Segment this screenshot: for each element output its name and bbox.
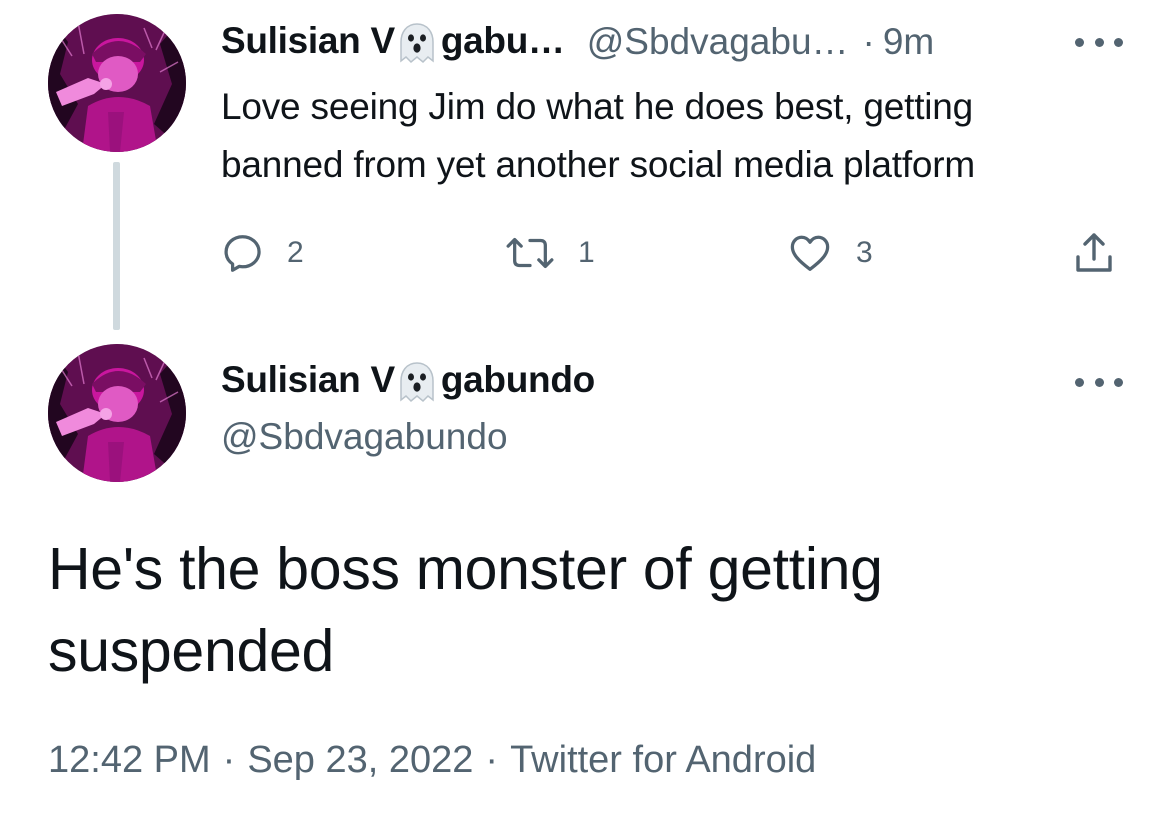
separator-dot: · (862, 20, 875, 62)
parent-tweet-text: Love seeing Jim do what he does best, ge… (221, 86, 976, 185)
separator-dot: · (222, 739, 236, 781)
more-horizontal-icon (1075, 37, 1084, 47)
main-tweet-text: He's the boss monster of getting suspend… (48, 536, 883, 684)
ghost-emoji-icon (397, 22, 437, 64)
heart-icon (790, 235, 830, 271)
share-icon (1076, 233, 1112, 272)
user-handle[interactable]: @Sbdvagabundo (221, 416, 508, 458)
separator-dot: · (485, 739, 499, 781)
thread-connector-line (113, 162, 120, 330)
display-name[interactable]: Sulisian V gabu… (221, 19, 565, 64)
retweet-count: 1 (578, 236, 595, 269)
main-tweet-header: Sulisian V gabundo (221, 358, 595, 403)
tweet-timestamp[interactable]: 9m (883, 20, 934, 64)
reply-count: 2 (287, 236, 304, 269)
retweet-button[interactable]: 1 (504, 226, 595, 280)
retweet-icon (506, 237, 554, 269)
tweet-time[interactable]: 12:42 PM (48, 739, 211, 781)
ghost-emoji-icon (397, 361, 437, 403)
display-name-start: Sulisian V (221, 20, 395, 61)
avatar[interactable] (48, 14, 186, 152)
profile-avatar-image (48, 344, 186, 482)
display-name[interactable]: Sulisian V gabundo (221, 358, 595, 403)
display-name-end: gabu… (440, 20, 565, 61)
more-options-button[interactable] (1075, 372, 1123, 392)
avatar[interactable] (48, 344, 186, 482)
share-button[interactable] (1070, 226, 1118, 280)
more-options-button[interactable] (1075, 32, 1123, 52)
reply-icon (224, 235, 261, 272)
reply-button[interactable]: 2 (219, 226, 304, 280)
parent-tweet-header: Sulisian V gabu… @Sbdvagabu… · 9m (221, 19, 934, 64)
profile-avatar-image (48, 14, 186, 152)
tweet-date[interactable]: Sep 23, 2022 (247, 739, 473, 781)
like-button[interactable]: 3 (786, 226, 873, 280)
display-name-end: gabundo (440, 359, 595, 400)
user-handle[interactable]: @Sbdvagabu… (587, 20, 849, 64)
tweet-metadata: 12:42 PM · Sep 23, 2022 · Twitter for Androi… (48, 736, 816, 784)
like-count: 3 (856, 236, 873, 269)
more-horizontal-icon (1075, 377, 1084, 387)
tweet-source[interactable]: Twitter for Android (510, 739, 816, 781)
display-name-start: Sulisian V (221, 359, 395, 400)
